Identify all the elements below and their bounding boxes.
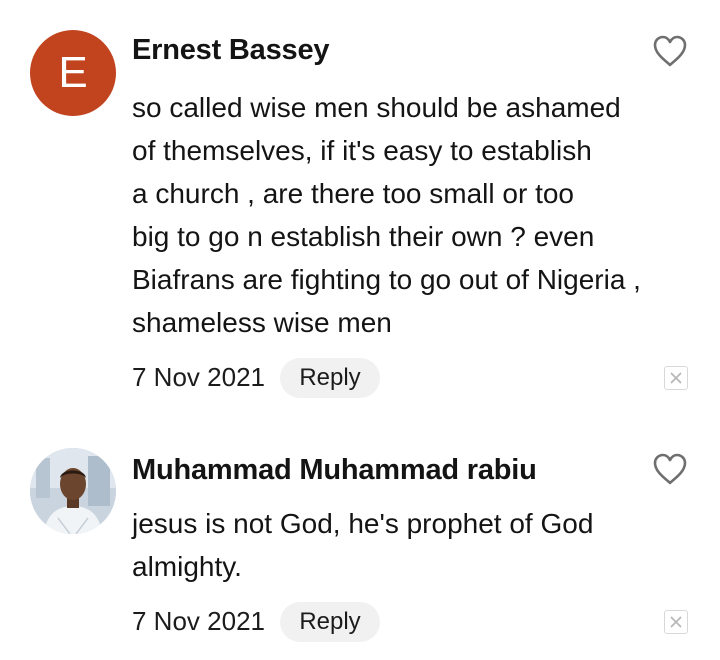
- comment-text: jesus is not God, he's prophet of God al…: [132, 502, 692, 588]
- avatar[interactable]: [30, 448, 116, 534]
- avatar-photo: [30, 448, 116, 534]
- close-icon[interactable]: [664, 610, 688, 634]
- comment-text-line: almighty.: [132, 551, 242, 582]
- heart-outline-icon[interactable]: [652, 452, 688, 486]
- comment-item: Muhammad Muhammad rabiu jesus is not God…: [0, 0, 720, 660]
- comment-date: 7 Nov 2021: [132, 606, 265, 636]
- comment-text-line: jesus is not God, he's prophet of God: [132, 508, 594, 539]
- reply-button[interactable]: Reply: [280, 602, 380, 642]
- comment-author[interactable]: Muhammad Muhammad rabiu: [132, 454, 537, 487]
- reply-button-label: Reply: [299, 608, 361, 635]
